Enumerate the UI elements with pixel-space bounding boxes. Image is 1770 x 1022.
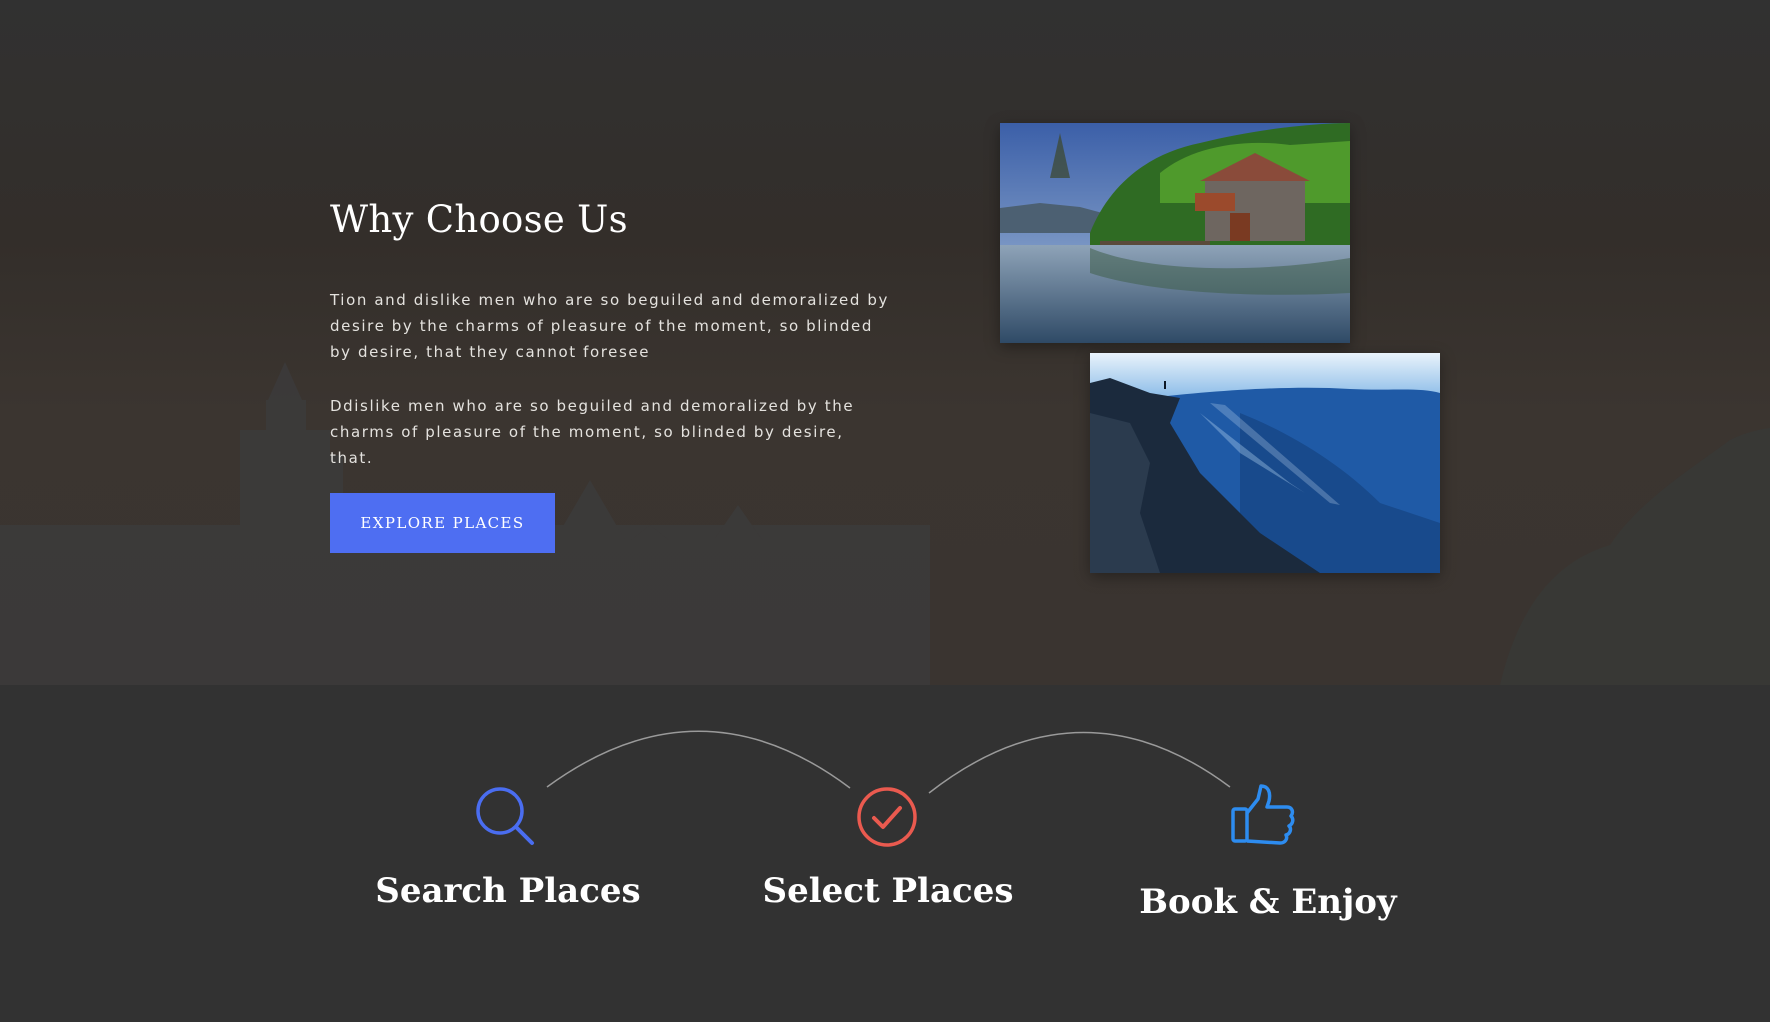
thumbs-up-icon [1230,783,1298,851]
explore-places-button[interactable]: EXPLORE PLACES [330,493,555,553]
step-label-select-places: Select Places [762,871,1014,911]
why-paragraph-1: Tion and dislike men who are so beguiled… [330,291,889,361]
booking-steps-section: Search Places Select Places Book & Enjoy [0,685,1770,1022]
lake-boathouse-photo [1000,123,1350,343]
step-label-search-places: Search Places [375,871,641,911]
step-label-book-enjoy: Book & Enjoy [1139,882,1397,922]
check-circle-icon [855,785,919,853]
search-icon [474,785,540,855]
why-paragraph-2: Ddislike men who are so beguiled and dem… [330,397,855,467]
why-choose-us-section: Why Choose Us Tion and dislike men who a… [0,0,1770,685]
why-choose-us-title: Why Choose Us [330,198,628,241]
canyon-photo [1090,353,1440,573]
step-connector-arcs [546,730,1231,794]
